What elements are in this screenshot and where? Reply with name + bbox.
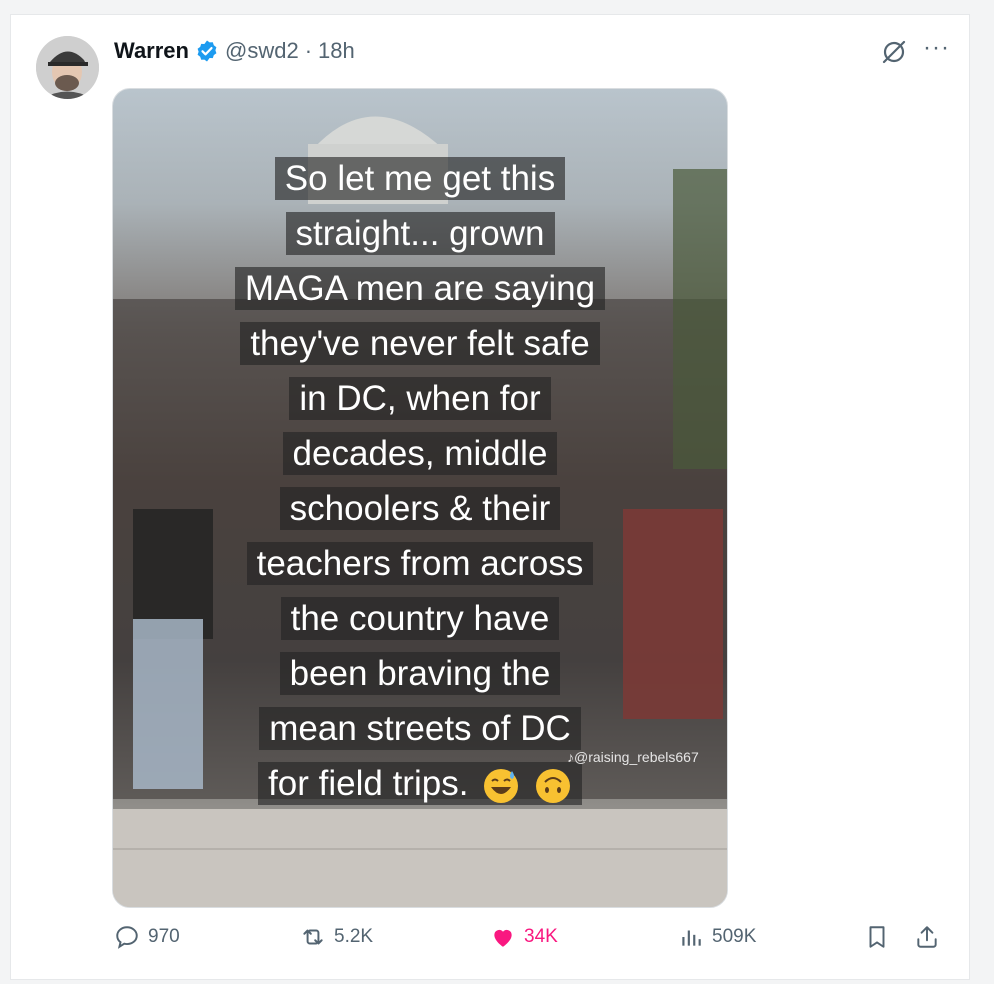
caption-line: teachers from across — [246, 542, 594, 585]
caption-line: So let me get this — [274, 157, 566, 200]
caption-line: for field trips. — [258, 762, 582, 805]
author-name[interactable]: Warren — [114, 38, 189, 64]
like-button[interactable]: 34K — [490, 924, 558, 950]
heart-icon — [494, 929, 512, 947]
avatar[interactable] — [36, 36, 99, 99]
post-time[interactable]: 18h — [318, 38, 355, 64]
share-button[interactable] — [914, 924, 940, 950]
post-media-image[interactable]: So let me get this straight... grown MAG… — [112, 88, 728, 908]
avatar-image — [36, 36, 99, 99]
repost-count: 5.2K — [334, 926, 374, 947]
caption-line: the country have — [280, 597, 560, 640]
caption-line: been braving the — [279, 652, 561, 695]
reply-icon — [116, 926, 138, 949]
repost-icon — [303, 929, 323, 945]
reply-count: 970 — [148, 926, 180, 947]
caption-line: MAGA men are saying — [234, 267, 606, 310]
action-bar: 970 5.2K 34K 509K — [0, 924, 994, 964]
bookmark-button[interactable] — [864, 924, 890, 950]
views-icon — [682, 930, 701, 946]
caption-line: decades, middle — [282, 432, 558, 475]
caption-line: straight... grown — [285, 212, 555, 255]
reply-button[interactable]: 970 — [114, 924, 180, 950]
separator-dot: · — [304, 38, 313, 63]
post-header: Warren @swd2 · 18h — [114, 36, 355, 66]
overlay-caption: So let me get this straight... grown MAG… — [113, 151, 727, 811]
caption-line: mean streets of DC — [259, 707, 581, 750]
watermark-text: @raising_rebels667 — [574, 749, 699, 765]
grok-icon[interactable] — [880, 38, 908, 66]
like-count: 34K — [524, 926, 558, 947]
caption-line: schoolers & their — [279, 487, 561, 530]
bookmark-icon — [869, 926, 885, 948]
tiktok-icon: ♪ — [567, 749, 574, 765]
caption-last-text: for field trips. — [268, 764, 469, 803]
share-icon — [917, 926, 937, 948]
upside-down-face-emoji-icon — [535, 768, 570, 803]
repost-button[interactable]: 5.2K — [300, 924, 373, 950]
views-count: 509K — [712, 926, 757, 947]
author-handle[interactable]: @swd2 — [225, 38, 299, 64]
verified-badge-icon — [197, 40, 217, 62]
caption-line: in DC, when for — [289, 377, 551, 420]
views-button[interactable]: 509K — [678, 924, 756, 950]
tiktok-watermark: ♪@raising_rebels667 — [567, 749, 699, 765]
more-icon[interactable]: ··· — [923, 36, 950, 60]
caption-line: they've never felt safe — [240, 322, 600, 365]
sweat-smile-emoji-icon — [484, 768, 519, 803]
